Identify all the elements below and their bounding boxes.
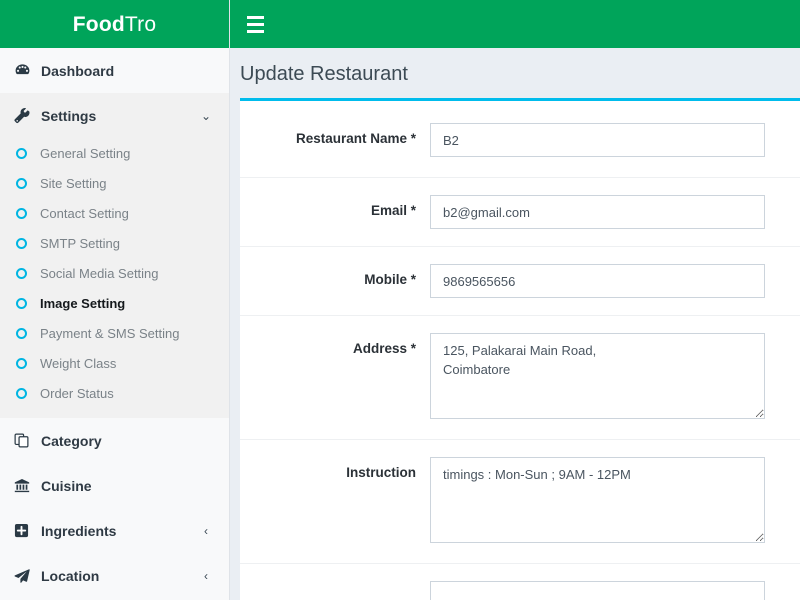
dashboard-icon (14, 62, 38, 79)
sidebar-item-ingredients[interactable]: Ingredients ‹ (0, 508, 229, 553)
circle-icon (16, 147, 38, 159)
form-label: Email * (370, 203, 416, 218)
form-row-restaurant-name: Restaurant Name * (240, 101, 800, 178)
sidebar: FoodTro Dashboard Settings ⌄ General Set… (0, 0, 230, 600)
plus-square-icon (14, 523, 38, 538)
brand-text: FoodTro (73, 14, 156, 35)
chevron-left-icon[interactable]: ‹ (199, 524, 213, 538)
sidebar-subitem-label: Contact Setting (40, 205, 129, 221)
sidebar-subitem-label: Order Status (40, 385, 114, 401)
circle-icon (16, 207, 38, 219)
form-row-next-partial (240, 564, 800, 600)
sidebar-subitem-label: Social Media Setting (40, 265, 159, 281)
sidebar-subitem-label: Image Setting (40, 295, 126, 311)
sidebar-item-label: Category (41, 432, 102, 449)
sidebar-subitem-contact-setting[interactable]: Contact Setting (0, 198, 229, 228)
sidebar-subitem-order-status[interactable]: Order Status (0, 378, 229, 408)
circle-icon (16, 297, 38, 309)
update-restaurant-card: Restaurant Name * Email * Mobile * Addre… (240, 98, 800, 600)
circle-icon (16, 177, 38, 189)
address-textarea[interactable]: 125, Palakarai Main Road, Coimbatore (430, 333, 765, 419)
sidebar-subitem-label: General Setting (40, 145, 131, 161)
sidebar-subitem-site-setting[interactable]: Site Setting (0, 168, 229, 198)
form-control-wrap (430, 581, 775, 600)
mobile-input[interactable] (430, 264, 765, 298)
sidebar-item-label: Location (41, 567, 100, 584)
form-row-email: Email * (240, 178, 800, 247)
brand-name-light: Tro (124, 12, 157, 36)
sidebar-item-settings[interactable]: Settings ⌄ (0, 93, 229, 138)
form-control-wrap: timings : Mon-Sun ; 9AM - 12PM (430, 457, 775, 546)
form-control-wrap: 125, Palakarai Main Road, Coimbatore (430, 333, 775, 422)
sidebar-item-label: Cuisine (41, 477, 92, 494)
paper-plane-icon (14, 568, 38, 584)
sidebar-subitem-image-setting[interactable]: Image Setting (0, 288, 229, 318)
sidebar-subitem-label: Weight Class (40, 355, 117, 371)
form-label: Mobile * (364, 272, 416, 287)
circle-icon (16, 357, 38, 369)
main-area: Update Restaurant Restaurant Name * Emai… (230, 0, 800, 600)
sidebar-item-category[interactable]: Category (0, 418, 229, 463)
sidebar-subitem-smtp-setting[interactable]: SMTP Setting (0, 228, 229, 258)
sidebar-subitem-weight-class[interactable]: Weight Class (0, 348, 229, 378)
sidebar-subitem-social-media-setting[interactable]: Social Media Setting (0, 258, 229, 288)
form-label (240, 581, 430, 589)
bank-icon (14, 478, 38, 494)
app-root: FoodTro Dashboard Settings ⌄ General Set… (0, 0, 800, 600)
form-label: Address * (352, 341, 416, 356)
sidebar-item-dashboard[interactable]: Dashboard (0, 48, 229, 93)
page-title: Update Restaurant (240, 63, 408, 85)
form-control-wrap (430, 264, 775, 298)
form-control-wrap (430, 123, 775, 157)
sidebar-subitem-payment-sms-setting[interactable]: Payment & SMS Setting (0, 318, 229, 348)
sidebar-item-label: Settings (41, 107, 97, 124)
email-input[interactable] (430, 195, 765, 229)
next-field-input[interactable] (430, 581, 765, 600)
circle-icon (16, 237, 38, 249)
sidebar-item-cuisine[interactable]: Cuisine (0, 463, 229, 508)
hamburger-menu-icon[interactable] (240, 9, 270, 39)
form-row-mobile: Mobile * (240, 247, 800, 316)
form-control-wrap (430, 195, 775, 229)
brand-name-strong: Food (72, 12, 125, 36)
sidebar-subitem-label: Payment & SMS Setting (40, 325, 180, 341)
chevron-down-icon[interactable]: ⌄ (199, 109, 213, 123)
sidebar-item-label: Ingredients (41, 522, 117, 539)
sidebar-item-label: Dashboard (41, 62, 115, 79)
form-label: Instruction (346, 465, 416, 480)
wrench-icon (14, 107, 38, 124)
sidebar-subitem-label: Site Setting (40, 175, 107, 191)
sidebar-group-settings: Settings ⌄ General Setting Site Setting … (0, 93, 229, 418)
circle-icon (16, 327, 38, 339)
sidebar-subitem-general-setting[interactable]: General Setting (0, 138, 229, 168)
instruction-textarea[interactable]: timings : Mon-Sun ; 9AM - 12PM (430, 457, 765, 543)
sidebar-subitem-label: SMTP Setting (40, 235, 120, 251)
form-row-address: Address * 125, Palakarai Main Road, Coim… (240, 316, 800, 440)
form-label: Restaurant Name * (295, 131, 416, 146)
sidebar-item-location[interactable]: Location ‹ (0, 553, 229, 598)
circle-icon (16, 387, 38, 399)
brand-logo[interactable]: FoodTro (0, 0, 229, 48)
chevron-left-icon[interactable]: ‹ (199, 569, 213, 583)
form-row-instruction: Instruction timings : Mon-Sun ; 9AM - 12… (240, 440, 800, 564)
restaurant-name-input[interactable] (430, 123, 765, 157)
topbar (230, 0, 800, 48)
circle-icon (16, 267, 38, 279)
copy-icon (14, 433, 38, 448)
settings-submenu: General Setting Site Setting Contact Set… (0, 138, 229, 418)
